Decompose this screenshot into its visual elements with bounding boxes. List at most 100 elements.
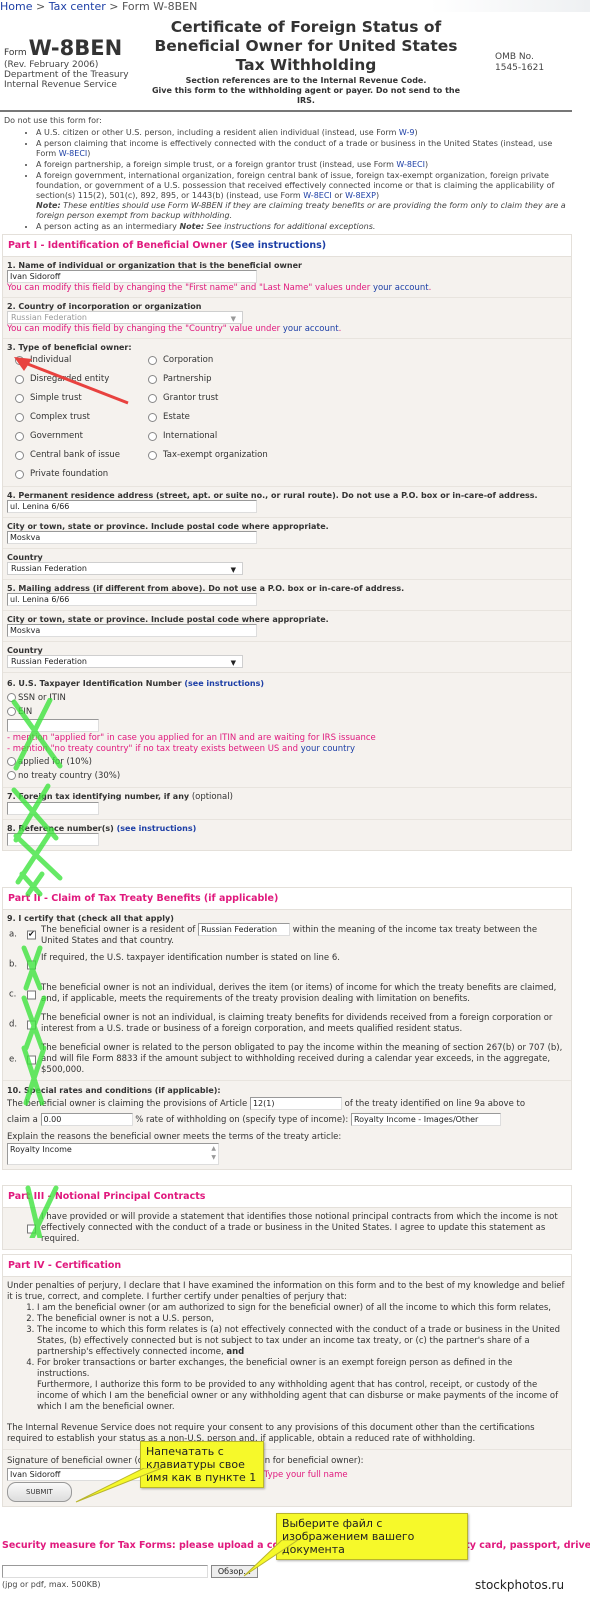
form-w8eci-link[interactable]: W-8ECI [59,149,88,158]
form-w8exp-link[interactable]: W-8EXP [345,191,376,200]
submit-button[interactable]: SUBMIT [7,1482,72,1502]
rate-input[interactable]: 0.00 [40,1113,133,1126]
radio-icon[interactable] [7,707,16,716]
your-country-link[interactable]: your country [301,744,355,754]
radio-icon[interactable] [148,412,157,422]
radio-icon[interactable] [15,374,24,384]
see-instructions-link[interactable]: (See instructions) [230,240,326,251]
file-hint: (jpg or pdf, max. 500KB) [2,1580,101,1589]
certify-item-a: a.The beneficial owner is a resident of … [7,923,567,947]
radio-ein[interactable]: EIN [7,705,567,719]
radio-no-treaty-country[interactable]: no treaty country (30%) [7,769,567,783]
field-row-country-incorporation: 2. Country of incorporation or organizat… [3,298,571,339]
radio-grantor-trust[interactable]: Grantor trust [148,392,218,404]
mailing-address-label: 5. Mailing address (if different from ab… [7,584,405,593]
mailing-city-input[interactable]: Moskva [7,624,257,637]
radio-individual[interactable]: Individual [15,354,71,366]
header-divider [0,110,572,112]
name-hint: You can modify this field by changing th… [7,283,432,293]
radio-icon[interactable] [148,355,157,365]
permanent-country-select[interactable]: Russian Federation ▼ [7,562,243,575]
your-account-link[interactable]: your account [373,283,429,293]
treaty-country-input[interactable]: Russian Federation [198,923,291,936]
see-instructions-link[interactable]: (see instructions) [117,824,197,833]
omb-value: 1545-1621 [495,63,545,73]
radio-partnership[interactable]: Partnership [148,373,211,385]
scrollbar-arrows-icon[interactable]: ▲ ▼ [211,1144,216,1162]
list-item: I am the beneficial owner (or am authori… [37,1303,567,1314]
explain-textarea[interactable]: Royalty Income ▲ ▼ [7,1143,219,1165]
article-input[interactable]: 12(1) [249,1097,342,1110]
radio-disregarded-entity[interactable]: Disregarded entity [15,373,109,385]
radio-icon[interactable] [7,693,16,702]
file-path-input[interactable] [2,1565,208,1578]
omb-label: OMB No. [495,52,534,62]
us-tin-input[interactable] [7,719,99,732]
radio-icon[interactable] [7,771,16,780]
part-3-heading: Part III - Notional Principal Contracts [3,1186,571,1208]
field-row-owner-type: 3. Type of beneficial owner: Individual … [3,339,571,487]
browse-button[interactable]: Обзор... [210,1565,258,1578]
radio-corporation[interactable]: Corporation [148,354,213,366]
certify-label: 9. I certify that (check all that apply) [7,914,174,923]
radio-icon[interactable] [15,469,24,479]
radio-international[interactable]: International [148,430,217,442]
radio-government[interactable]: Government [15,430,83,442]
permanent-address-input[interactable]: ul. Lenina 6/66 [7,500,257,513]
breadcrumb-home[interactable]: Home [0,0,32,13]
beneficial-owner-name-input[interactable]: Ivan Sidoroff [7,270,257,283]
form-w9-link[interactable]: W-9 [399,128,415,137]
checkbox-resident[interactable] [27,929,36,940]
field-row-mailing-country: Country Russian Federation ▼ [3,642,571,673]
field-row-us-tin: 6. U.S. Taxpayer Identification Number (… [3,673,571,788]
radio-ssn-itin[interactable]: SSN or ITIN [7,691,567,705]
radio-icon[interactable] [15,412,24,422]
your-account-link[interactable]: your account [283,324,339,334]
checkbox-notional-contracts[interactable] [27,1224,36,1233]
reference-number-input[interactable] [7,833,99,846]
radio-icon[interactable] [15,393,24,403]
income-type-input[interactable]: Royalty Income - Images/Other [350,1113,501,1126]
part-1-heading: Part I - Identification of Beneficial Ow… [3,235,571,257]
form-revision: (Rev. February 2006) [4,60,99,70]
checkbox-not-individual-lob[interactable] [27,990,36,1000]
field-row-mailing-city: City or town, state or province. Include… [3,611,571,642]
checkbox-not-individual-dividends[interactable] [27,1020,36,1030]
checkbox-related-person[interactable] [27,1055,36,1064]
checkbox-tin-stated[interactable] [27,960,36,970]
signature-hint: Type your full name [263,1470,348,1480]
mailing-address-input[interactable]: ul. Lenina 6/66 [7,593,257,606]
form-w8eci-link[interactable]: W-8ECI [303,191,332,200]
radio-icon[interactable] [15,450,24,460]
foreign-tin-input[interactable] [7,802,99,815]
watermark: stockphotos.ru [475,1578,565,1592]
page-subtitle: Section references are to the Internal R… [146,76,466,106]
radio-icon[interactable] [148,393,157,403]
explain-label: Explain the reasons the beneficial owner… [7,1132,342,1142]
radio-complex-trust[interactable]: Complex trust [15,411,90,423]
country-incorporation-label: 2. Country of incorporation or organizat… [7,302,202,311]
do-not-use-intro: Do not use this form for: [4,116,102,125]
radio-central-bank[interactable]: Central bank of issue [15,449,120,461]
radio-applied-for[interactable]: applied for (10%) [7,755,567,769]
radio-icon[interactable] [15,431,24,441]
name-label: 1. Name of individual or organization th… [7,261,302,270]
chevron-down-icon: ▼ [230,315,236,323]
radio-icon[interactable] [148,431,157,441]
mailing-country-select[interactable]: Russian Federation ▼ [7,655,243,668]
permanent-city-input[interactable]: Moskva [7,531,257,544]
radio-private-foundation[interactable]: Private foundation [15,468,108,480]
radio-icon[interactable] [7,757,16,766]
radio-icon[interactable] [148,374,157,384]
radio-simple-trust[interactable]: Simple trust [15,392,82,404]
see-instructions-link[interactable]: (see instructions) [184,679,264,688]
breadcrumb-tax-center[interactable]: Tax center [49,0,106,13]
certification-text: Under penalties of perjury, I declare th… [3,1277,571,1450]
form-w8eci-link[interactable]: W-8ECI [396,160,425,169]
radio-estate[interactable]: Estate [148,411,190,423]
npc-statement: I have provided or will provide a statem… [7,1212,567,1245]
radio-icon[interactable] [148,450,157,460]
radio-icon[interactable] [15,355,24,365]
callout-type-name: Напечатать с клавиатуры свое имя как в п… [140,1441,264,1488]
radio-tax-exempt[interactable]: Tax-exempt organization [148,449,268,461]
